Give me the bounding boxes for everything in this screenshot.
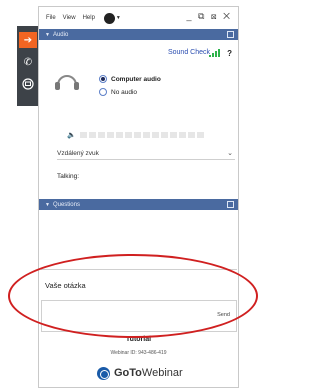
- question-label: Vaše otázka: [45, 281, 86, 290]
- talking-label: Talking:: [57, 173, 80, 180]
- speaker-select-value: Vzdálený zvuk: [57, 150, 99, 157]
- speaker-level-meter: 🔈: [67, 131, 217, 139]
- audio-tab-button[interactable]: ✆: [19, 54, 37, 70]
- gotowebinar-logo-icon: [97, 366, 110, 380]
- radio-unselected[interactable]: [99, 88, 107, 96]
- computer-audio-label: Computer audio: [111, 75, 161, 83]
- webinar-id: Webinar ID: 943-486-419: [110, 350, 167, 356]
- question-compose-area: Vaše otázka Send: [41, 269, 237, 332]
- control-panel: File View Help ▼ _ ⧉ ⊠ ✕ ▼ Audio Sound C…: [38, 6, 239, 388]
- questions-section-title: Questions: [52, 201, 80, 208]
- collapse-triangle-icon: ▼: [45, 31, 50, 38]
- audio-section-header[interactable]: ▼ Audio: [39, 29, 238, 40]
- radio-selected[interactable]: [99, 75, 107, 83]
- question-input[interactable]: Send: [41, 300, 237, 332]
- gotowebinar-logo: GoTo Webinar: [97, 365, 183, 381]
- speaker-select[interactable]: Vzdálený zvuk ⌄: [57, 148, 235, 160]
- no-audio-option[interactable]: No audio: [99, 87, 137, 97]
- gotowebinar-menu-icon[interactable]: [103, 12, 115, 24]
- app-window: ➔ ✆ File View Help ▼ _ ⧉ ⊠ ✕ ▼ Audio Sou…: [0, 0, 262, 389]
- popout-icon[interactable]: [227, 201, 234, 208]
- brand-webinar: Webinar: [141, 367, 183, 379]
- computer-audio-option[interactable]: Computer audio: [99, 74, 161, 84]
- headset-icon: [55, 75, 79, 90]
- arrow-right-icon: ➔: [23, 34, 33, 46]
- collapse-panel-button[interactable]: ➔: [19, 32, 37, 48]
- screen-tab-button[interactable]: [19, 76, 37, 92]
- menu-file[interactable]: File: [46, 15, 56, 21]
- screen-icon: [22, 78, 34, 90]
- chevron-down-icon: ⌄: [227, 150, 233, 157]
- sound-check-link[interactable]: Sound Check: [168, 49, 210, 56]
- questions-section-header[interactable]: ▼ Questions: [39, 199, 238, 210]
- menu-bar: File View Help ▼ _ ⧉ ⊠ ✕: [39, 7, 238, 29]
- phone-icon: ✆: [23, 56, 33, 68]
- window-controls[interactable]: _ ⧉ ⊠ ✕: [186, 11, 232, 22]
- menu-view[interactable]: View: [63, 15, 76, 21]
- popout-icon[interactable]: [227, 31, 234, 38]
- help-icon[interactable]: ?: [227, 49, 232, 58]
- control-panel-tab-bar: ➔ ✆: [17, 26, 39, 106]
- no-audio-label: No audio: [111, 88, 138, 96]
- collapse-triangle-icon: ▼: [45, 201, 50, 208]
- menu-help[interactable]: Help: [83, 15, 95, 21]
- chevron-down-icon: ▼: [115, 15, 121, 21]
- signal-strength-icon: [209, 49, 221, 57]
- brand-go: GoTo: [114, 367, 142, 379]
- audio-section-title: Audio: [52, 31, 69, 38]
- send-button[interactable]: Send: [217, 312, 230, 318]
- speaker-icon: 🔈: [67, 132, 76, 139]
- webinar-title: Tutorial: [125, 336, 152, 343]
